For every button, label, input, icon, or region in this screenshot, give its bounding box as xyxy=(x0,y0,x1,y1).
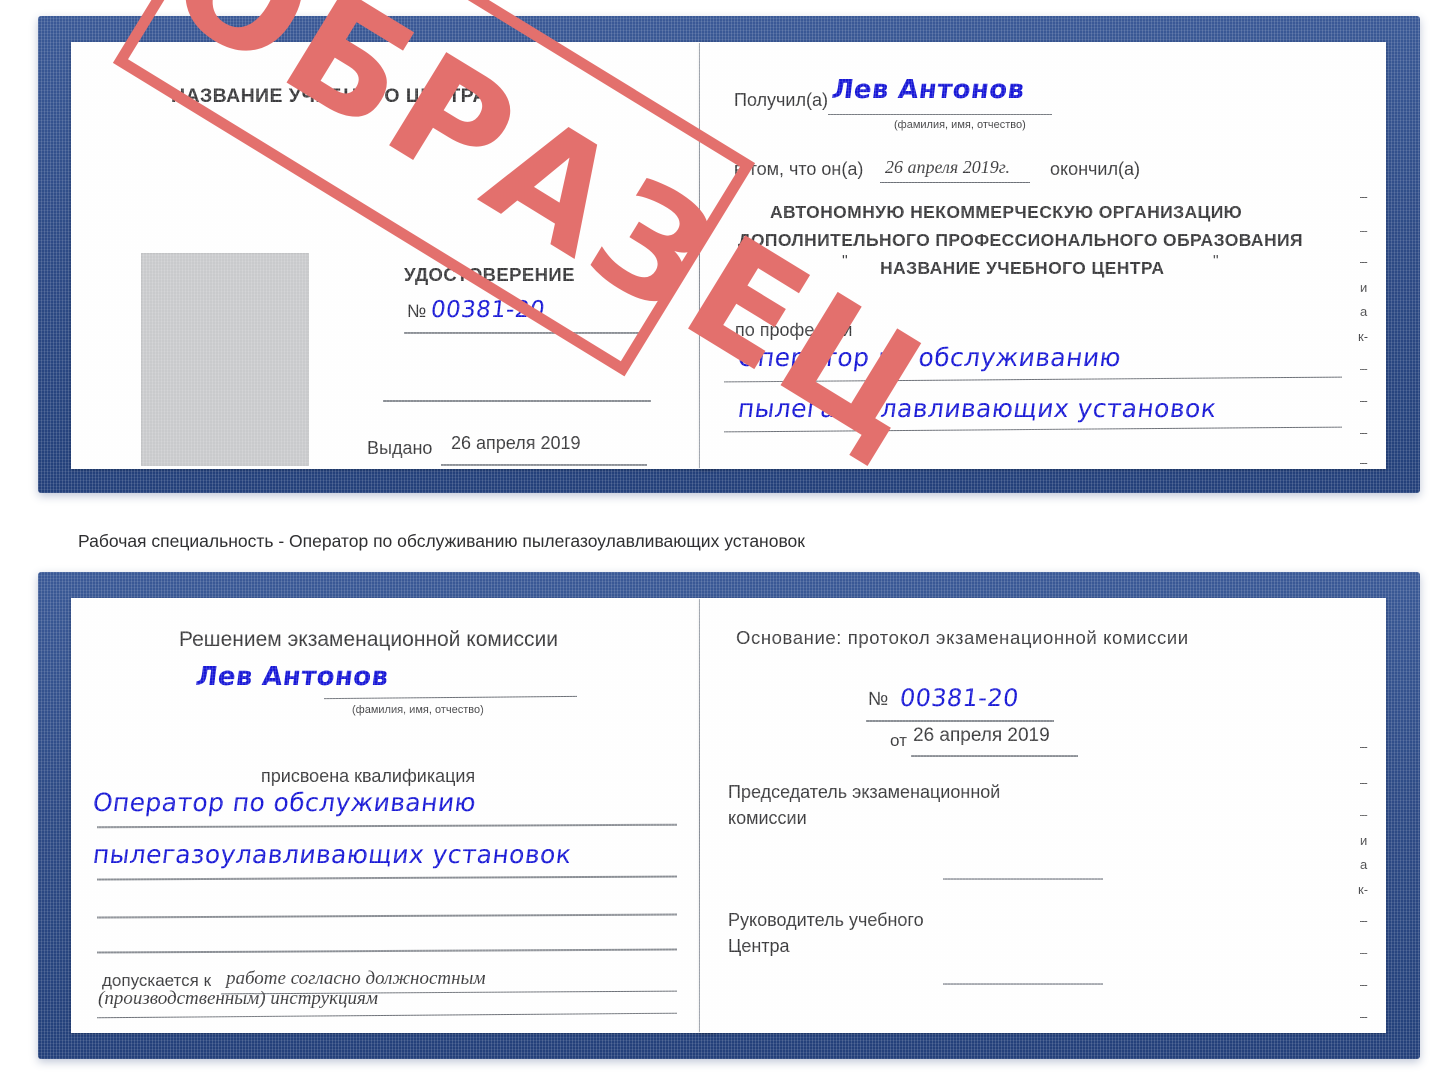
student-name-value: Лев Антонов xyxy=(194,662,391,692)
edge-mark-8: – xyxy=(1360,393,1368,408)
edge-mark-b1: – xyxy=(1360,739,1368,754)
admitted-value-line-1: работе согласно должностным xyxy=(226,968,486,989)
fio-hint-bottom: (фамилия, имя, отчество) xyxy=(352,704,484,716)
received-label: Получил(а) xyxy=(734,90,828,110)
protocol-number-label: № xyxy=(868,689,889,710)
issued-rule xyxy=(441,464,647,466)
protocol-date-value: 26 апреля 2019 xyxy=(913,725,1050,746)
screenshot-root: НАЗВАНИЕ УЧЕБНОГО ЦЕНТРА УДОСТОВЕРЕНИЕ №… xyxy=(0,0,1448,1085)
edge-mark-b5: а xyxy=(1360,857,1368,872)
edge-mark-5: а xyxy=(1360,304,1368,319)
head-label-line-1: Руководитель учебного xyxy=(728,910,924,930)
protocol-date-label: от xyxy=(890,731,907,750)
profession-rule-1 xyxy=(724,376,1342,383)
finished-label: окончил(а) xyxy=(1050,159,1140,179)
qualification-rule-2 xyxy=(97,875,677,881)
photo-placeholder xyxy=(141,253,309,466)
edge-mark-b3: – xyxy=(1360,807,1368,822)
edge-mark-b7: – xyxy=(1360,913,1368,928)
protocol-date-rule xyxy=(911,755,1078,757)
received-rule xyxy=(828,114,1052,116)
edge-mark-b4: и xyxy=(1360,833,1368,848)
cert-bottom-right-page: Основание: протокол экзаменационной коми… xyxy=(700,598,1386,1033)
student-name-rule xyxy=(323,695,578,700)
organization-line-3: НАЗВАНИЕ УЧЕБНОГО ЦЕНТРА xyxy=(880,258,1165,278)
edge-mark-7: – xyxy=(1360,361,1368,376)
edge-mark-2: – xyxy=(1360,223,1368,238)
organization-line-1: АВТОНОМНУЮ НЕКОММЕРЧЕСКУЮ ОРГАНИЗАЦИЮ xyxy=(770,202,1243,222)
profession-rule-2 xyxy=(724,426,1342,433)
blank-rule-1 xyxy=(383,400,651,402)
certificate-top: НАЗВАНИЕ УЧЕБНОГО ЦЕНТРА УДОСТОВЕРЕНИЕ №… xyxy=(38,0,1420,493)
document-title: УДОСТОВЕРЕНИЕ xyxy=(404,264,575,285)
received-value: Лев Антонов xyxy=(830,75,1027,105)
profession-label: по профессии xyxy=(735,320,853,340)
edge-mark-6: к- xyxy=(1358,329,1369,344)
admitted-rule-2 xyxy=(97,1012,677,1019)
edge-mark-b8: – xyxy=(1360,945,1368,960)
decision-label: Решением экзаменационной комиссии xyxy=(179,628,559,651)
in-that-rule xyxy=(880,182,1030,184)
qualification-rule-1 xyxy=(96,823,678,828)
edge-mark-b2: – xyxy=(1360,775,1368,790)
organization-quote-open: " xyxy=(842,253,848,270)
blank-rule-3 xyxy=(97,948,677,954)
certificate-bottom: Решением экзаменационной комиссии Лев Ан… xyxy=(38,572,1420,1059)
in-that-value: 26 апреля 2019г. xyxy=(885,157,1011,177)
protocol-number-rule xyxy=(866,720,1054,722)
edge-mark-b10: – xyxy=(1360,1009,1368,1024)
issued-label: Выдано xyxy=(367,438,433,458)
chairman-label-line-1: Председатель экзаменационной xyxy=(728,782,1001,802)
edge-mark-9: – xyxy=(1360,425,1368,440)
organization-quote-close: " xyxy=(1213,253,1219,270)
page-caption: Рабочая специальность - Оператор по обсл… xyxy=(78,531,805,551)
cert-bottom-left-page: Решением экзаменационной комиссии Лев Ан… xyxy=(71,598,716,1033)
qualification-label: присвоена квалификация xyxy=(261,766,476,786)
admitted-value-line-2: (производственным) инструкциям xyxy=(98,988,378,1009)
profession-value-line-2: пылегазоулавливающих установок xyxy=(736,394,1219,423)
edge-mark-4: и xyxy=(1360,280,1368,295)
organization-line-2: ДОПОЛНИТЕЛЬНОГО ПРОФЕССИОНАЛЬНОГО ОБРАЗО… xyxy=(738,230,1303,250)
document-number-label: № xyxy=(407,301,427,321)
document-number-value: 00381-20 xyxy=(429,297,547,323)
cert-top-left-page: НАЗВАНИЕ УЧЕБНОГО ЦЕНТРА УДОСТОВЕРЕНИЕ №… xyxy=(71,42,716,469)
chairman-signature-rule xyxy=(943,878,1103,880)
edge-mark-1: – xyxy=(1360,189,1368,204)
training-center-name: НАЗВАНИЕ УЧЕБНОГО ЦЕНТРА xyxy=(171,85,487,107)
blank-rule-2 xyxy=(97,913,677,919)
protocol-number-value: 00381-20 xyxy=(898,684,1021,712)
head-label-line-2: Центра xyxy=(728,936,790,956)
fio-hint: (фамилия, имя, отчество) xyxy=(894,119,1026,131)
edge-mark-3: – xyxy=(1360,254,1368,269)
edge-mark-b6: к- xyxy=(1358,882,1369,897)
qualification-value-line-2: пылегазоулавливающих установок xyxy=(91,840,574,869)
in-that-label: в том, что он(а) xyxy=(734,159,864,179)
profession-value-line-1: Оператор по обслуживанию xyxy=(736,343,1123,372)
head-signature-rule xyxy=(943,983,1103,985)
chairman-label-line-2: комиссии xyxy=(728,808,807,828)
edge-mark-10: – xyxy=(1360,455,1368,469)
edge-mark-b9: – xyxy=(1360,977,1368,992)
basis-label: Основание: протокол экзаменационной коми… xyxy=(736,627,1189,648)
cert-top-right-page: Получил(а) Лев Антонов (фамилия, имя, от… xyxy=(700,42,1386,469)
qualification-value-line-1: Оператор по обслуживанию xyxy=(91,788,478,817)
issued-value: 26 апреля 2019 xyxy=(451,433,581,453)
document-number-rule xyxy=(404,332,642,334)
